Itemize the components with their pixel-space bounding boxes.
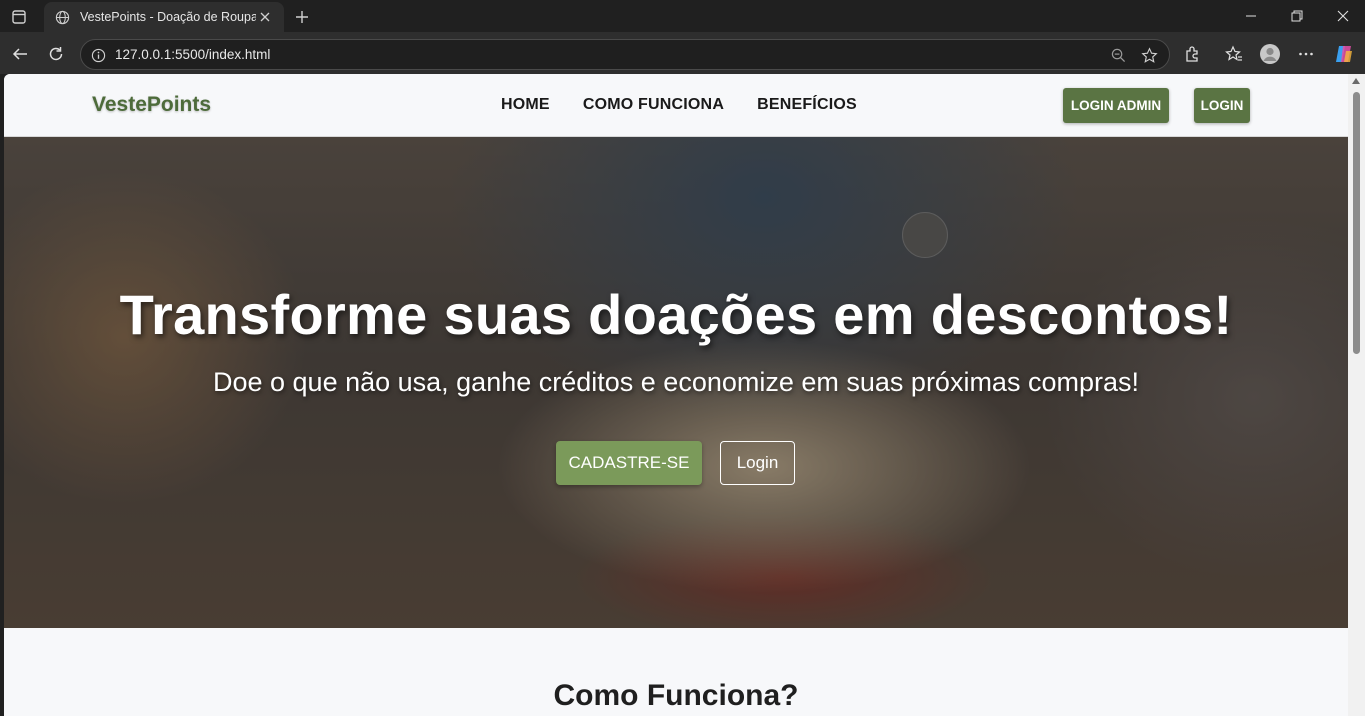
minimize-icon[interactable]	[1228, 0, 1274, 32]
hero-subtitle: Doe o que não usa, ganhe créditos e econ…	[212, 367, 1139, 397]
section-title-como-funciona: Como Funciona?	[553, 679, 799, 712]
scrollbar-thumb[interactable]	[1353, 92, 1360, 354]
profile-avatar[interactable]	[1256, 40, 1284, 68]
browser-tab-bar: VestePoints - Doação de Roupas	[0, 0, 1365, 32]
main-nav: HOME COMO FUNCIONA BENEFÍCIOS	[501, 96, 890, 114]
nav-home[interactable]: HOME	[501, 96, 550, 114]
new-tab-icon[interactable]	[290, 5, 314, 29]
nav-beneficios[interactable]: BENEFÍCIOS	[757, 96, 857, 114]
back-icon[interactable]	[6, 40, 34, 68]
scroll-up-icon[interactable]	[1352, 78, 1360, 84]
address-bar[interactable]: 127.0.0.1:5500/index.html	[80, 39, 1170, 70]
more-options-icon[interactable]	[1292, 40, 1320, 68]
restore-icon[interactable]	[1274, 0, 1320, 32]
nav-como-funciona[interactable]: COMO FUNCIONA	[583, 96, 724, 114]
close-window-icon[interactable]	[1320, 0, 1365, 32]
favorites-icon[interactable]	[1220, 40, 1248, 68]
tab-title: VestePoints - Doação de Roupas	[80, 10, 256, 24]
globe-icon	[54, 9, 70, 25]
extensions-icon[interactable]	[1179, 40, 1207, 68]
browser-tab-active[interactable]: VestePoints - Doação de Roupas	[44, 2, 284, 32]
page-viewport: VestePoints HOME COMO FUNCIONA BENEFÍCIO…	[4, 74, 1348, 716]
brand-logo[interactable]: VestePoints	[92, 93, 211, 117]
signup-button[interactable]: CADASTRE-SE	[556, 441, 702, 485]
close-tab-icon[interactable]	[256, 8, 274, 26]
page-scrollbar[interactable]	[1348, 74, 1365, 716]
login-admin-button[interactable]: LOGIN ADMIN	[1063, 88, 1169, 123]
bookmark-star-icon[interactable]	[1139, 45, 1159, 65]
site-header: VestePoints HOME COMO FUNCIONA BENEFÍCIO…	[4, 74, 1348, 137]
hero-login-button[interactable]: Login	[720, 441, 795, 485]
login-button[interactable]: LOGIN	[1194, 88, 1250, 123]
url-text: 127.0.0.1:5500/index.html	[115, 47, 271, 62]
hero-title: Transforme suas doações em descontos!	[119, 283, 1233, 346]
reload-icon[interactable]	[42, 40, 70, 68]
zoom-out-icon[interactable]	[1109, 46, 1127, 64]
site-info-icon[interactable]	[89, 46, 107, 64]
hero-section: Transforme suas doações em descontos! Do…	[4, 137, 1348, 628]
copilot-icon[interactable]	[1330, 40, 1358, 68]
tab-actions-icon[interactable]	[8, 6, 30, 28]
